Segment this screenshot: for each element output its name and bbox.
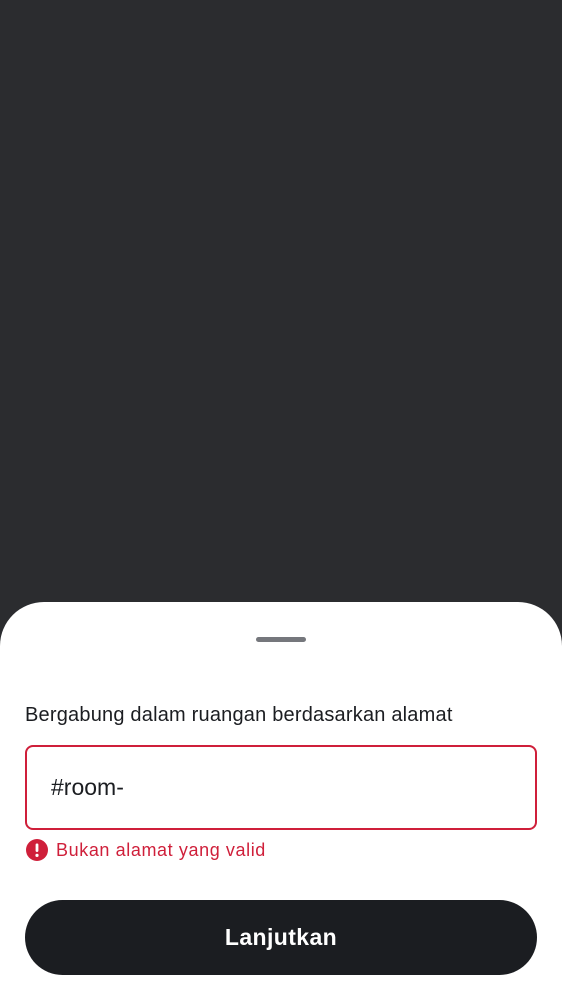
- sheet-title: Bergabung dalam ruangan berdasarkan alam…: [25, 704, 453, 726]
- address-input[interactable]: [51, 747, 521, 828]
- error-icon: [26, 839, 48, 861]
- bottom-sheet: Bergabung dalam ruangan berdasarkan alam…: [0, 602, 562, 1000]
- address-field[interactable]: [25, 745, 537, 830]
- error-text: Bukan alamat yang valid: [56, 839, 266, 860]
- error-message-row: Bukan alamat yang valid: [25, 838, 266, 862]
- drag-handle[interactable]: [256, 637, 306, 642]
- continue-button[interactable]: Lanjutkan: [25, 900, 537, 975]
